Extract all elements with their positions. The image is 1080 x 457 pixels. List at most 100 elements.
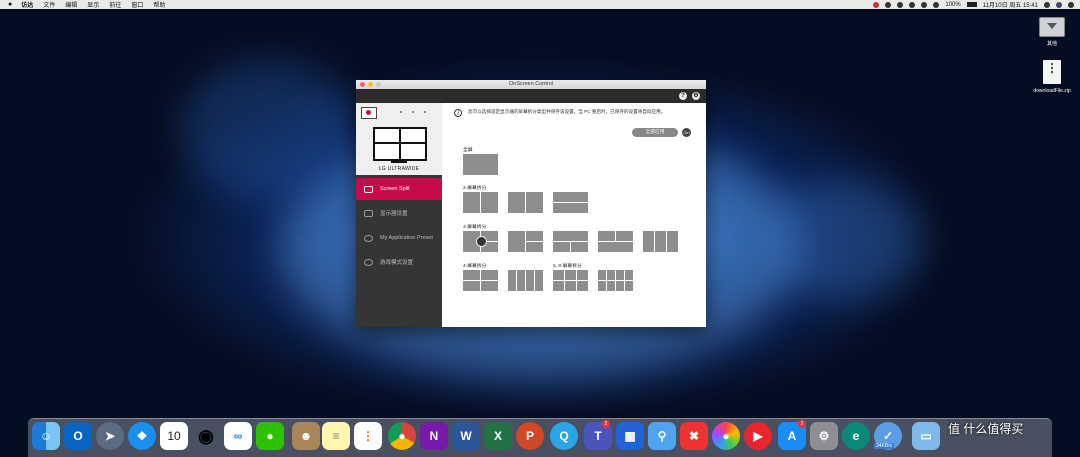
nav-label: My Application Preset (380, 235, 433, 241)
app-store-badge: 2 (798, 420, 806, 428)
folder-icon[interactable]: ▭ (912, 422, 940, 450)
layout-2-vertical[interactable] (463, 192, 498, 213)
safari-icon[interactable]: ❖ (128, 422, 156, 450)
desktop-drive[interactable]: 其他 (1036, 17, 1068, 47)
nav-game-mode[interactable]: 游戏模式设置 (356, 251, 442, 273)
layout-2-vertical-alt[interactable] (508, 192, 543, 213)
layout-2-horizontal[interactable] (553, 192, 588, 213)
external-drive-icon (1039, 17, 1065, 37)
search-icon[interactable] (1044, 1, 1050, 8)
nav-my-application-preset[interactable]: My Application Preset (356, 227, 442, 249)
wechat-icon[interactable]: ● (256, 422, 284, 450)
brand-label: LG ULTRAWIDE (378, 166, 420, 172)
keynote-icon[interactable]: ▩ (616, 422, 644, 450)
layout-3-c[interactable] (553, 231, 588, 252)
baidu-netdisk-icon[interactable]: ∞ (224, 422, 252, 450)
zoom-button[interactable] (376, 82, 381, 87)
menubar-clock[interactable]: 11月10日 周五 15:41 (983, 0, 1038, 9)
watermark: 值 什么值得买 (948, 422, 1024, 436)
battery-percent: 100% (945, 1, 961, 8)
status-app-icon[interactable] (885, 1, 892, 8)
nav-monitor-settings[interactable]: 显示器设置 (356, 202, 442, 224)
layout-8-grid[interactable] (598, 270, 633, 291)
browser-icon[interactable]: Q (550, 422, 578, 450)
notes-icon[interactable]: ≡ (322, 422, 350, 450)
app-toolbar: ? ⚙ (356, 89, 706, 103)
layout-6-grid[interactable] (553, 270, 588, 291)
control-center-icon[interactable] (1068, 1, 1074, 8)
screen-split-icon (364, 185, 373, 193)
layout-4-columns[interactable] (508, 270, 543, 291)
sidebar: LG ULTRAWIDE Screen Split 显示器设置 My Appli… (356, 103, 442, 327)
launchpad-icon[interactable]: ➤ (96, 422, 124, 450)
nav-label: 游戏模式设置 (380, 260, 414, 266)
layout-3-b[interactable] (508, 231, 543, 252)
status-wifi-icon[interactable] (933, 1, 940, 8)
layout-3-d[interactable] (598, 231, 633, 252)
layout-4-grid[interactable] (463, 270, 498, 291)
menu-edit[interactable]: 编辑 (60, 0, 82, 9)
apply-option-icon[interactable]: Ctrl (682, 128, 691, 137)
menu-go[interactable]: 前往 (104, 0, 126, 9)
user-icon[interactable] (1056, 1, 1062, 8)
contacts-icon[interactable]: ☻ (292, 422, 320, 450)
reminders-icon[interactable]: ⋮ (354, 422, 382, 450)
close-button[interactable] (360, 82, 365, 87)
teams-badge: 2 (602, 420, 610, 428)
status-bluetooth-icon[interactable] (921, 1, 928, 8)
edge-icon[interactable]: e (842, 422, 870, 450)
onenote-icon[interactable]: N (420, 422, 448, 450)
app-preset-icon (364, 234, 373, 242)
menu-window[interactable]: 窗口 (126, 0, 148, 9)
status-wechat-icon[interactable] (897, 1, 904, 8)
desktop-drive-label: 其他 (1046, 41, 1057, 47)
section-6-8-split: 6, 8-屏幕拆分 (553, 264, 582, 269)
apple-menu-icon[interactable]: ● (0, 1, 16, 8)
chrome-icon[interactable]: ● (388, 422, 416, 450)
nav-label: Screen Split (380, 186, 410, 192)
desktop-file[interactable]: downloadFile.zip (1026, 60, 1078, 94)
menu-file[interactable]: 文件 (38, 0, 60, 9)
finder-icon[interactable]: ☺ (32, 422, 60, 450)
lg-monitor-icon[interactable] (361, 107, 377, 119)
nav-dots (400, 111, 434, 113)
photos-icon[interactable]: ● (712, 422, 740, 450)
status-sound-icon[interactable] (909, 1, 916, 8)
zip-file-icon (1043, 60, 1061, 84)
nav-screen-split[interactable]: Screen Split (356, 178, 442, 200)
qq-icon[interactable]: ◉ (192, 422, 220, 450)
menu-view[interactable]: 显示 (82, 0, 104, 9)
layout-full[interactable] (463, 154, 498, 175)
powerpoint-icon[interactable]: P (516, 422, 544, 450)
minimize-button[interactable] (368, 82, 373, 87)
excel-icon[interactable]: X (484, 422, 512, 450)
section-3-split: 3-屏幕拆分 (463, 225, 487, 230)
window-titlebar[interactable]: OnScreen Control (356, 80, 706, 89)
preview-icon[interactable]: ⚲ (648, 422, 676, 450)
calendar-icon[interactable]: 10 (160, 422, 188, 450)
battery-icon[interactable] (966, 2, 977, 7)
video-app-icon[interactable]: ▶ (744, 422, 772, 450)
menu-app-name[interactable]: 访达 (16, 0, 38, 9)
status-record-icon[interactable] (873, 1, 880, 8)
screen-split-panel: i 您可以选择适定显示器的屏幕拆分类型并保存该设置。当 PC 重启时，已保存的设… (442, 103, 706, 327)
word-icon[interactable]: W (452, 422, 480, 450)
outlook-icon[interactable]: O (64, 422, 92, 450)
layout-3-e[interactable] (643, 231, 678, 252)
system-preferences-icon[interactable]: ⚙ (810, 422, 838, 450)
nav-label: 显示器设置 (380, 211, 408, 217)
desktop-file-label: downloadFile.zip (1033, 88, 1071, 94)
calendar-day: 10 (167, 429, 181, 443)
xmind-icon[interactable]: ✖ (680, 422, 708, 450)
game-mode-icon (364, 258, 373, 266)
onscreen-control-window: OnScreen Control ? ⚙ LG ULTRAWIDE Screen… (356, 80, 706, 327)
section-full-screen: 全屏 (463, 148, 473, 153)
menu-help[interactable]: 帮助 (148, 0, 170, 9)
monitor-settings-icon (364, 209, 373, 217)
apply-all-button[interactable]: 全部应用 (632, 128, 678, 137)
settings-gear-icon[interactable]: ⚙ (692, 92, 700, 100)
section-4-split: 4-屏幕拆分 (463, 264, 487, 269)
menu-bar: ● 访达 文件 编辑 显示 前往 窗口 帮助 100% 11月10日 周五 15… (0, 0, 1080, 9)
monitor-stand (391, 161, 407, 163)
help-button[interactable]: ? (679, 92, 687, 100)
